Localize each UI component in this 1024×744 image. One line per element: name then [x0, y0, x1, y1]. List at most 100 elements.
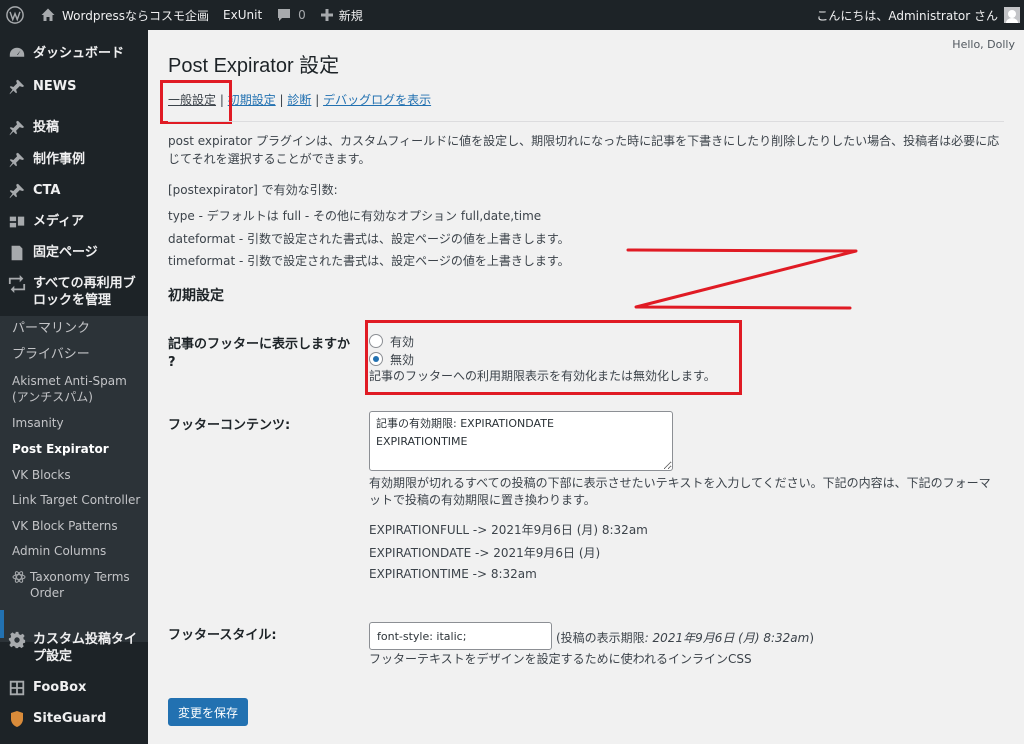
- footer-contents-textarea[interactable]: [369, 411, 673, 471]
- submenu-item-privacy[interactable]: プライバシー: [12, 347, 146, 363]
- new-label: 新規: [338, 8, 363, 23]
- sidebar-item-reusable-blocks[interactable]: すべての再利用ブロックを管理: [0, 274, 148, 309]
- tab-separator: |: [311, 93, 324, 107]
- dashboard-icon: [7, 44, 27, 64]
- submenu-item-vk-blocks[interactable]: VK Blocks: [12, 467, 146, 483]
- settings-submenu: パーマリンク プライバシー Akismet Anti-Spam (アンチスパム)…: [0, 316, 148, 642]
- tab-general[interactable]: 一般設定: [168, 93, 216, 107]
- annotation-z-stroke: [626, 248, 858, 310]
- sidebar-item-news[interactable]: NEWS: [0, 77, 148, 97]
- sidebar-item-siteguard[interactable]: SiteGuard: [0, 709, 148, 729]
- footer-contents-description: 有効期限が切れるすべての投稿の下部に表示させたいテキストを入力してください。下記…: [369, 476, 991, 507]
- main-content: Hello, Dolly Post Expirator 設定 一般設定 | 初期…: [148, 30, 1024, 744]
- sidebar-item-label: CTA: [33, 183, 61, 198]
- pin-icon: [7, 77, 27, 97]
- submenu-item-taxonomy-terms-order[interactable]: Taxonomy Terms Order: [12, 569, 146, 601]
- sidebar-item-label: カスタム投稿タイプ設定: [33, 632, 138, 664]
- radio-enable-label: 有効: [390, 334, 415, 349]
- sidebar-item-custom-post-types[interactable]: カスタム投稿タイプ設定: [0, 630, 148, 665]
- submenu-item-permalink[interactable]: パーマリンク: [12, 321, 146, 337]
- section-title: 初期設定: [168, 288, 224, 304]
- gear-icon: [7, 630, 27, 650]
- pin-icon: [7, 150, 27, 170]
- footer-style-label: フッタースタイル:: [168, 628, 277, 643]
- radio-enable[interactable]: 有効: [369, 332, 716, 350]
- save-button[interactable]: 変更を保存: [168, 698, 248, 726]
- submenu-item-imsanity[interactable]: Imsanity: [12, 415, 146, 431]
- submenu-item-link-target-controller[interactable]: Link Target Controller: [12, 492, 146, 508]
- radio-disable-label: 無効: [390, 352, 415, 367]
- example-date: EXPIRATIONDATE -> 2021年9月6日 (月): [369, 546, 601, 560]
- sidebar-item-label: 固定ページ: [33, 245, 98, 260]
- example-full: EXPIRATIONFULL -> 2021年9月6日 (月) 8:32am: [369, 523, 648, 537]
- admin-sidebar: ダッシュボード NEWS 投稿 制作事例 CTA メディア 固定ページ すべての…: [0, 30, 148, 744]
- sidebar-item-label: すべての再利用ブロックを管理: [33, 276, 136, 308]
- tab-separator: |: [275, 93, 288, 107]
- preview-prefix: (投稿の表示期限: [556, 631, 645, 645]
- sidebar-item-cta[interactable]: CTA: [0, 181, 148, 201]
- pin-icon: [7, 181, 27, 201]
- atom-icon: [12, 570, 26, 601]
- comment-icon: [276, 7, 292, 23]
- page-title: Post Expirator 設定: [168, 55, 340, 77]
- sidebar-item-label: 制作事例: [33, 152, 86, 167]
- radio-disable-button[interactable]: [369, 352, 383, 366]
- preview-italic: : 2021年9月6日 (月) 8:32am: [644, 631, 810, 645]
- divider: [168, 121, 1004, 122]
- exunit-label: ExUnit: [223, 8, 263, 22]
- footer-style-input[interactable]: [369, 622, 552, 650]
- submenu-item-post-expirator[interactable]: Post Expirator: [12, 441, 146, 457]
- sidebar-item-label: ダッシュボード: [33, 46, 125, 61]
- exunit-link[interactable]: ExUnit: [216, 0, 269, 30]
- args-heading: [postexpirator] で有効な引数:: [168, 183, 338, 197]
- sidebar-item-dashboard[interactable]: ダッシュボード: [0, 44, 148, 64]
- sidebar-item-label: 投稿: [33, 120, 60, 135]
- page-icon: [7, 243, 27, 263]
- tab-separator: |: [216, 93, 228, 107]
- pin-icon: [7, 118, 27, 138]
- submenu-item-admin-columns[interactable]: Admin Columns: [12, 543, 146, 559]
- comments-link[interactable]: 0: [269, 0, 313, 30]
- footer-display-label: 記事のフッターに表示しますか ?: [168, 337, 351, 370]
- example-time: EXPIRATIONTIME -> 8:32am: [369, 567, 537, 581]
- sidebar-item-works[interactable]: 制作事例: [0, 150, 148, 170]
- submenu-item-akismet[interactable]: Akismet Anti-Spam (アンチスパム): [12, 373, 146, 405]
- arg-dateformat: dateformat - 引数で設定された書式は、設定ページの値を上書きします。: [168, 232, 570, 246]
- footer-style-preview: (投稿の表示期限: 2021年9月6日 (月) 8:32am): [556, 629, 814, 646]
- avatar: [1004, 7, 1020, 23]
- tab-diagnostics[interactable]: 診断: [287, 93, 311, 107]
- grid-icon: [7, 678, 27, 698]
- greeting: こんにちは、Administrator さん: [816, 8, 998, 23]
- comments-count: 0: [298, 8, 306, 22]
- site-name-link[interactable]: Wordpressならコスモ企画: [33, 0, 216, 30]
- submenu-item-vk-block-patterns[interactable]: VK Block Patterns: [12, 518, 146, 534]
- media-icon: [7, 212, 27, 232]
- hello-dolly: Hello, Dolly: [952, 38, 1015, 51]
- preview-suffix: ): [809, 631, 815, 645]
- reusable-block-icon: [7, 274, 27, 294]
- radio-disable[interactable]: 無効: [369, 350, 716, 368]
- site-name: Wordpressならコスモ企画: [62, 8, 210, 23]
- sidebar-item-posts[interactable]: 投稿: [0, 118, 148, 138]
- settings-subnav: 一般設定 | 初期設定 | 診断 | デバッグログを表示: [168, 91, 431, 108]
- footer-display-field: 有効 無効 記事のフッターへの利用期限表示を有効化または無効化します。: [369, 332, 716, 385]
- sidebar-item-label: FooBox: [33, 680, 87, 695]
- sidebar-item-foobox[interactable]: FooBox: [0, 678, 148, 698]
- tab-debug-log[interactable]: デバッグログを表示: [323, 93, 431, 107]
- my-account[interactable]: こんにちは、Administrator さん: [816, 7, 1024, 24]
- wordpress-logo-icon[interactable]: [0, 0, 33, 30]
- tab-defaults[interactable]: 初期設定: [228, 93, 276, 107]
- radio-enable-button[interactable]: [369, 334, 383, 348]
- sidebar-item-media[interactable]: メディア: [0, 212, 148, 232]
- shield-icon: [7, 709, 27, 729]
- new-content-link[interactable]: 新規: [313, 0, 370, 30]
- footer-style-description: フッターテキストをデザインを設定するために使われるインラインCSS: [369, 652, 752, 666]
- arg-timeformat: timeformat - 引数で設定された書式は、設定ページの値を上書きします。: [168, 254, 570, 268]
- admin-bar: Wordpressならコスモ企画 ExUnit 0 新規 こんにちは、Admin…: [0, 0, 1024, 30]
- sidebar-item-pages[interactable]: 固定ページ: [0, 243, 148, 263]
- sidebar-item-label: SiteGuard: [33, 711, 107, 726]
- intro-text: post expirator プラグインは、カスタムフィールドに値を設定し、期限…: [168, 134, 1000, 166]
- sidebar-item-label: NEWS: [33, 79, 77, 94]
- sidebar-item-label: メディア: [33, 214, 85, 229]
- plus-icon: [320, 8, 334, 22]
